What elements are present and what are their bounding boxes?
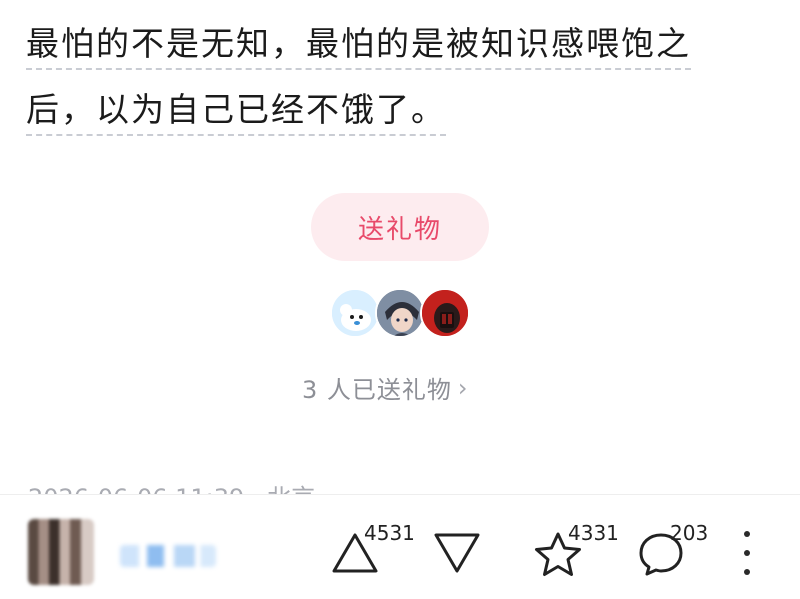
upvote-button[interactable]: 4531: [330, 509, 420, 589]
anime-character-avatar-icon: [377, 290, 423, 336]
bottom-action-bar: 4531 4331 203: [0, 494, 800, 599]
downvote-button[interactable]: [432, 509, 492, 589]
avatar: [420, 288, 470, 338]
gift-givers-avatars[interactable]: [330, 288, 475, 340]
triangle-down-icon: [434, 533, 480, 573]
avatar: [375, 288, 425, 338]
gift-count-text: 3 人已送礼物: [302, 376, 452, 404]
post-detail-page: 最怕的不是无知，最怕的是被知识感喂饱之 后，以为自己已经不饿了。 送礼物 3 人…: [0, 0, 800, 599]
polar-bear-avatar-icon: [332, 290, 378, 336]
send-gift-button[interactable]: 送礼物: [311, 193, 489, 261]
avatar: [330, 288, 380, 338]
more-vertical-icon: [744, 531, 750, 537]
chevron-right-icon: ›: [457, 373, 469, 402]
gift-givers-link[interactable]: 3 人已送礼物 ›: [302, 370, 469, 405]
dark-figure-avatar-icon: [422, 290, 468, 336]
more-options-button[interactable]: [732, 531, 762, 575]
post-content: 最怕的不是无知，最怕的是被知识感喂饱之 后，以为自己已经不饿了。: [26, 22, 766, 154]
user-avatar[interactable]: [28, 519, 94, 585]
comment-button[interactable]: 203: [636, 509, 716, 589]
user-name[interactable]: [120, 545, 216, 567]
favorite-count: 4331: [568, 521, 619, 545]
upvote-count: 4531: [364, 521, 415, 545]
favorite-button[interactable]: 4331: [532, 509, 622, 589]
post-content-line-1: 最怕的不是无知，最怕的是被知识感喂饱之: [26, 22, 691, 70]
post-content-line-2: 后，以为自己已经不饿了。: [26, 88, 446, 136]
comment-count: 203: [670, 521, 709, 545]
